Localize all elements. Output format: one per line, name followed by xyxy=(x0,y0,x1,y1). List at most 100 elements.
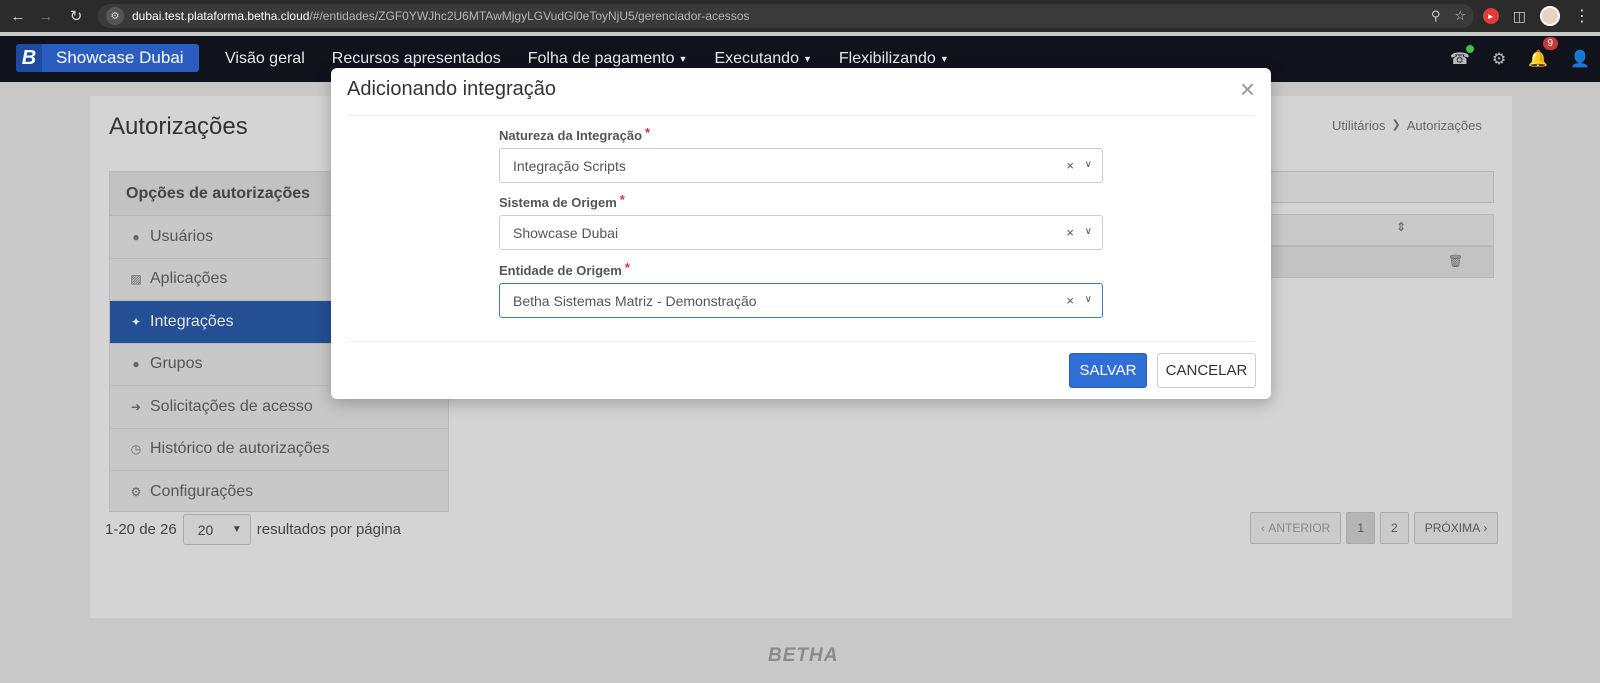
trash-icon[interactable]: 🗑 xyxy=(1448,254,1463,268)
search-input-bg xyxy=(1270,171,1494,203)
users-icon: ● xyxy=(132,357,140,372)
entidade-select[interactable]: Betha Sistemas Matriz - Demonstração × ∨ xyxy=(499,283,1103,318)
next-label: PRÓXIMA xyxy=(1424,521,1481,535)
required-asterisk: * xyxy=(619,192,625,207)
sitemap-icon: ▨ xyxy=(130,272,142,287)
browser-menu-icon[interactable]: ⋮ xyxy=(1574,6,1590,26)
cancel-button[interactable]: CANCELAR xyxy=(1157,353,1256,388)
user-icon: ● xyxy=(132,229,140,244)
natureza-label: Natureza da Integração * xyxy=(499,125,651,143)
brand-name: Showcase Dubai xyxy=(56,48,184,67)
sistema-select[interactable]: Showcase Dubai × ∨ xyxy=(499,215,1103,250)
modal-title: Adicionando integração xyxy=(347,78,557,100)
natureza-select[interactable]: Integração Scripts × ∨ xyxy=(499,148,1103,183)
menu-label: Recursos apresentados xyxy=(331,50,501,67)
menu-label: Visão geral xyxy=(225,50,305,67)
page-title: Autorizações xyxy=(109,113,248,140)
chevron-right-icon: › xyxy=(1480,521,1488,535)
per-page-value: 20 xyxy=(197,521,214,538)
modal-divider xyxy=(347,341,1255,342)
chevron-down-icon: ▼ xyxy=(802,54,812,64)
results-range: 1-20 de 26 xyxy=(105,521,177,538)
history-icon: ◷ xyxy=(130,442,142,457)
menu-visao-geral[interactable]: Visão geral xyxy=(225,50,305,68)
extension-record-icon[interactable]: ► xyxy=(1482,8,1499,24)
sidebar-item-label: Histórico de autorizações xyxy=(150,440,330,458)
modal-divider xyxy=(347,115,1255,116)
field-label-text: Entidade de Origem xyxy=(499,263,622,278)
pagination: ‹ ANTERIOR 1 2 PRÓXIMA › xyxy=(1250,512,1499,544)
zoom-icon[interactable]: ⚲ xyxy=(1431,8,1441,24)
chevron-down-icon: ▼ xyxy=(678,54,688,64)
url-path: /#/entidades/ZGF0YWJhc2U6MTAwMjgyLGVudGl… xyxy=(309,9,750,23)
sidebar-item-label: Aplicações xyxy=(150,270,228,288)
chevron-right-icon: ❯ xyxy=(1391,119,1401,131)
browser-toolbar: ← → ↻ ⚙ dubai.test.plataforma.betha.clou… xyxy=(0,0,1600,32)
menu-label: Flexibilizando xyxy=(838,50,936,67)
sidebar-item-configuracoes[interactable]: ⚙ Configurações xyxy=(110,471,448,514)
online-status-dot xyxy=(1465,45,1474,53)
sidebar-item-label: Usuários xyxy=(150,227,214,245)
menu-executando[interactable]: Executando ▼ xyxy=(714,50,811,68)
close-icon[interactable]: × xyxy=(1240,76,1255,102)
select-value: Betha Sistemas Matriz - Demonstração xyxy=(513,292,757,309)
breadcrumb: Utilitários ❯ Autorizações xyxy=(1332,118,1482,133)
sistema-label: Sistema de Origem * xyxy=(499,192,625,210)
chevron-down-icon: ▼ xyxy=(231,524,242,535)
sidebar-item-label: Solicitações de acesso xyxy=(150,397,313,415)
back-icon[interactable]: ← xyxy=(4,2,32,30)
per-page-select[interactable]: 20 ▼ xyxy=(182,514,251,545)
next-page-button[interactable]: PRÓXIMA › xyxy=(1413,512,1499,544)
save-button[interactable]: SALVAR xyxy=(1069,353,1147,388)
cogs-icon[interactable]: ⚙ xyxy=(1492,49,1506,69)
required-asterisk: * xyxy=(624,260,630,275)
sign-in-icon: ➜ xyxy=(130,399,142,414)
sidebar-item-label: Integrações xyxy=(150,312,234,330)
menu-folha[interactable]: Folha de pagamento ▼ xyxy=(528,50,688,68)
page-1-button[interactable]: 1 xyxy=(1346,512,1376,544)
prev-page-button[interactable]: ‹ ANTERIOR xyxy=(1250,512,1342,544)
sort-icon[interactable]: ⇕ xyxy=(1396,220,1406,234)
sidebar-item-historico[interactable]: ◷ Histórico de autorizações xyxy=(110,429,448,471)
menu-recursos[interactable]: Recursos apresentados xyxy=(332,50,501,68)
clear-icon[interactable]: × xyxy=(1066,225,1074,240)
page-number: 2 xyxy=(1391,521,1398,535)
address-bar[interactable]: ⚙ dubai.test.plataforma.betha.cloud /#/e… xyxy=(98,4,1474,28)
menu-label: Executando xyxy=(714,50,799,67)
table-header xyxy=(1270,214,1494,246)
bookmark-star-icon[interactable]: ☆ xyxy=(1454,8,1466,24)
chevron-down-icon[interactable]: ∨ xyxy=(1085,159,1092,170)
clear-icon[interactable]: × xyxy=(1066,293,1074,308)
page-number: 1 xyxy=(1357,521,1365,535)
chevron-down-icon[interactable]: ∨ xyxy=(1085,294,1092,305)
page-2-button[interactable]: 2 xyxy=(1380,512,1409,544)
brand[interactable]: B Showcase Dubai xyxy=(16,44,199,72)
per-page-suffix: resultados por página xyxy=(256,521,401,538)
bell-icon[interactable]: 🔔 9 xyxy=(1528,37,1559,69)
entidade-label: Entidade de Origem * xyxy=(499,260,630,278)
menu-flexibilizando[interactable]: Flexibilizando ▼ xyxy=(839,50,949,68)
profile-avatar[interactable] xyxy=(1540,6,1560,26)
reload-icon[interactable]: ↻ xyxy=(62,2,90,30)
site-info-icon[interactable]: ⚙ xyxy=(106,7,124,25)
chevron-down-icon[interactable]: ∨ xyxy=(1085,226,1092,237)
sidebar-item-label: Grupos xyxy=(150,355,203,373)
forward-icon[interactable]: → xyxy=(32,2,60,30)
url-domain: dubai.test.plataforma.betha.cloud xyxy=(132,9,310,23)
cogs-icon: ⚙ xyxy=(130,485,142,500)
support-headset-icon[interactable]: ☎ xyxy=(1450,45,1474,69)
page-size-control: 1-20 de 26 20 ▼ resultados por página xyxy=(105,514,401,545)
field-label-text: Natureza da Integração xyxy=(499,128,643,143)
puzzle-icon: ✦ xyxy=(130,314,142,329)
breadcrumb-utilitarios[interactable]: Utilitários xyxy=(1332,118,1385,133)
chevron-down-icon: ▼ xyxy=(939,54,949,64)
user-menu-icon[interactable]: 👤 xyxy=(1570,49,1590,69)
extensions-puzzle-icon[interactable]: ◫ xyxy=(1513,8,1526,25)
chevron-left-icon: ‹ xyxy=(1261,521,1269,535)
footer-logo: BETHA xyxy=(768,645,839,666)
select-value: Integração Scripts xyxy=(513,157,626,174)
required-asterisk: * xyxy=(645,125,651,140)
notification-badge: 9 xyxy=(1542,37,1559,50)
select-value: Showcase Dubai xyxy=(513,224,619,241)
clear-icon[interactable]: × xyxy=(1066,158,1074,173)
